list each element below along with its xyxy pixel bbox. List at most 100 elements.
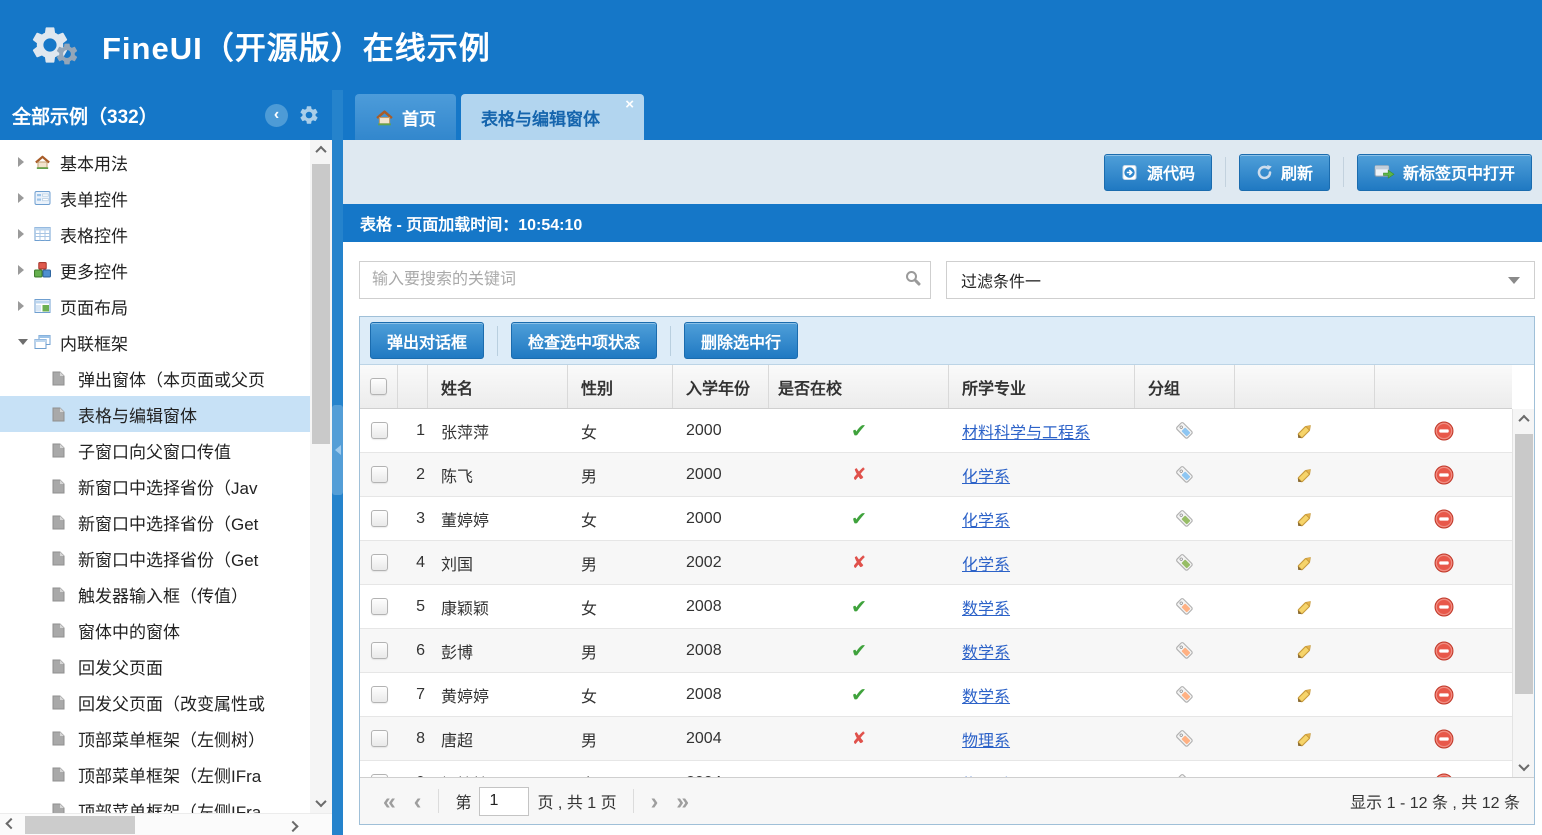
delete-row-icon[interactable] bbox=[1434, 509, 1454, 529]
sidebar-item[interactable]: 表格控件 bbox=[0, 216, 310, 252]
row-checkbox[interactable] bbox=[371, 422, 388, 439]
chevron-right-icon[interactable] bbox=[18, 193, 34, 203]
delete-row-icon[interactable] bbox=[1434, 465, 1454, 485]
edit-pencil-icon[interactable] bbox=[1295, 510, 1315, 528]
edit-pencil-icon[interactable] bbox=[1295, 598, 1315, 616]
major-link[interactable]: 化学系 bbox=[962, 463, 1010, 487]
scroll-right-icon[interactable] bbox=[282, 815, 304, 835]
major-link[interactable]: 物理系 bbox=[962, 771, 1010, 778]
tab-home[interactable]: 首页 bbox=[355, 94, 456, 140]
refresh-button[interactable]: 刷新 bbox=[1239, 154, 1330, 191]
splitter-collapse-handle[interactable] bbox=[332, 405, 343, 495]
scrollbar-thumb[interactable] bbox=[1515, 434, 1533, 694]
delete-row-icon[interactable] bbox=[1434, 685, 1454, 705]
gear-icon[interactable] bbox=[298, 104, 320, 126]
delete-row-icon[interactable] bbox=[1434, 729, 1454, 749]
chevron-right-icon[interactable] bbox=[18, 229, 34, 239]
major-link[interactable]: 化学系 bbox=[962, 551, 1010, 575]
cell-gender: 男 bbox=[568, 727, 673, 751]
search-icon[interactable] bbox=[906, 271, 917, 282]
chevron-right-icon[interactable] bbox=[18, 265, 34, 275]
scrollbar-thumb[interactable] bbox=[312, 164, 330, 444]
delete-row-icon[interactable] bbox=[1434, 597, 1454, 617]
sidebar-item[interactable]: 顶部菜单框架（左侧树） bbox=[0, 720, 310, 756]
sidebar-item[interactable]: 基本用法 bbox=[0, 144, 310, 180]
filter-dropdown[interactable]: 过滤条件一 bbox=[946, 261, 1535, 299]
sidebar-item[interactable]: 表单控件 bbox=[0, 180, 310, 216]
sidebar-item[interactable]: 顶部菜单框架（左侧IFra bbox=[0, 792, 310, 813]
sidebar-item[interactable]: 新窗口中选择省份（Get bbox=[0, 504, 310, 540]
table-vertical-scrollbar[interactable] bbox=[1512, 409, 1534, 777]
chevron-right-icon[interactable] bbox=[18, 301, 34, 311]
sidebar-splitter[interactable] bbox=[332, 90, 343, 835]
sidebar-item[interactable]: 页面布局 bbox=[0, 288, 310, 324]
open-new-tab-button[interactable]: 新标签页中打开 bbox=[1357, 154, 1532, 191]
open-dialog-button[interactable]: 弹出对话框 bbox=[370, 322, 484, 359]
sidebar-item[interactable]: 顶部菜单框架（左侧IFra bbox=[0, 756, 310, 792]
previous-page-icon[interactable]: ‹ bbox=[405, 790, 431, 813]
sidebar-item[interactable]: 新窗口中选择省份（Get bbox=[0, 540, 310, 576]
major-link[interactable]: 物理系 bbox=[962, 727, 1010, 751]
sidebar-item[interactable]: 新窗口中选择省份（Jav bbox=[0, 468, 310, 504]
sidebar-item[interactable]: 窗体中的窗体 bbox=[0, 612, 310, 648]
edit-pencil-icon[interactable] bbox=[1295, 730, 1315, 748]
scroll-down-icon[interactable] bbox=[1513, 757, 1534, 777]
chevron-down-icon[interactable] bbox=[18, 339, 34, 345]
delete-row-icon[interactable] bbox=[1434, 773, 1454, 778]
select-all-checkbox[interactable] bbox=[370, 378, 387, 395]
edit-pencil-icon[interactable] bbox=[1295, 774, 1315, 778]
row-checkbox[interactable] bbox=[371, 730, 388, 747]
check-selection-button[interactable]: 检查选中项状态 bbox=[511, 322, 657, 359]
edit-pencil-icon[interactable] bbox=[1295, 422, 1315, 440]
row-checkbox[interactable] bbox=[371, 510, 388, 527]
page-prefix-label: 第 bbox=[455, 789, 471, 813]
sidebar-item[interactable]: 弹出窗体（本页面或父页 bbox=[0, 360, 310, 396]
delete-row-icon[interactable] bbox=[1434, 421, 1454, 441]
sidebar-item[interactable]: 更多控件 bbox=[0, 252, 310, 288]
sidebar-item[interactable]: 子窗口向父窗口传值 bbox=[0, 432, 310, 468]
next-page-icon[interactable]: › bbox=[642, 790, 668, 813]
source-code-button[interactable]: 源代码 bbox=[1104, 154, 1212, 191]
last-page-icon[interactable]: » bbox=[667, 790, 698, 813]
major-link[interactable]: 数学系 bbox=[962, 639, 1010, 663]
edit-pencil-icon[interactable] bbox=[1295, 686, 1315, 704]
row-checkbox[interactable] bbox=[371, 466, 388, 483]
major-link[interactable]: 数学系 bbox=[962, 595, 1010, 619]
row-checkbox[interactable] bbox=[371, 686, 388, 703]
delete-row-icon[interactable] bbox=[1434, 553, 1454, 573]
page-number-input[interactable] bbox=[479, 787, 529, 816]
row-checkbox[interactable] bbox=[371, 642, 388, 659]
edit-pencil-icon[interactable] bbox=[1295, 642, 1315, 660]
sidebar-horizontal-scrollbar[interactable] bbox=[0, 813, 332, 835]
scroll-up-icon[interactable] bbox=[310, 140, 332, 160]
close-icon[interactable]: × bbox=[625, 97, 634, 112]
edit-pencil-icon[interactable] bbox=[1295, 554, 1315, 572]
search-input[interactable] bbox=[359, 261, 931, 299]
chevron-right-icon[interactable] bbox=[18, 157, 34, 167]
cell-name: 唐超 bbox=[428, 727, 568, 751]
row-checkbox[interactable] bbox=[371, 774, 388, 777]
scroll-up-icon[interactable] bbox=[1513, 409, 1534, 429]
major-link[interactable]: 材料科学与工程系 bbox=[962, 419, 1090, 443]
sidebar-vertical-scrollbar[interactable] bbox=[310, 140, 332, 813]
major-link[interactable]: 数学系 bbox=[962, 683, 1010, 707]
sidebar-item[interactable]: 回发父页面（改变属性或 bbox=[0, 684, 310, 720]
tag-icon bbox=[1175, 422, 1195, 440]
first-page-icon[interactable]: « bbox=[374, 790, 405, 813]
delete-row-icon[interactable] bbox=[1434, 641, 1454, 661]
sidebar-item[interactable]: 回发父页面 bbox=[0, 648, 310, 684]
delete-selected-button[interactable]: 删除选中行 bbox=[684, 322, 798, 359]
sidebar-item[interactable]: 表格与编辑窗体 bbox=[0, 396, 310, 432]
scroll-down-icon[interactable] bbox=[310, 793, 332, 813]
major-link[interactable]: 化学系 bbox=[962, 507, 1010, 531]
sidebar-item[interactable]: 触发器输入框（传值） bbox=[0, 576, 310, 612]
sidebar-item[interactable]: 内联框架 bbox=[0, 324, 310, 360]
row-checkbox[interactable] bbox=[371, 554, 388, 571]
collapse-sidebar-icon[interactable]: ‹ bbox=[265, 104, 288, 127]
tab-table-edit-window[interactable]: 表格与编辑窗体 × bbox=[461, 94, 644, 140]
row-checkbox[interactable] bbox=[371, 598, 388, 615]
edit-pencil-icon[interactable] bbox=[1295, 466, 1315, 484]
check-icon: ✔ bbox=[851, 508, 867, 530]
scrollbar-thumb[interactable] bbox=[25, 816, 135, 834]
scroll-left-icon[interactable] bbox=[0, 815, 22, 835]
